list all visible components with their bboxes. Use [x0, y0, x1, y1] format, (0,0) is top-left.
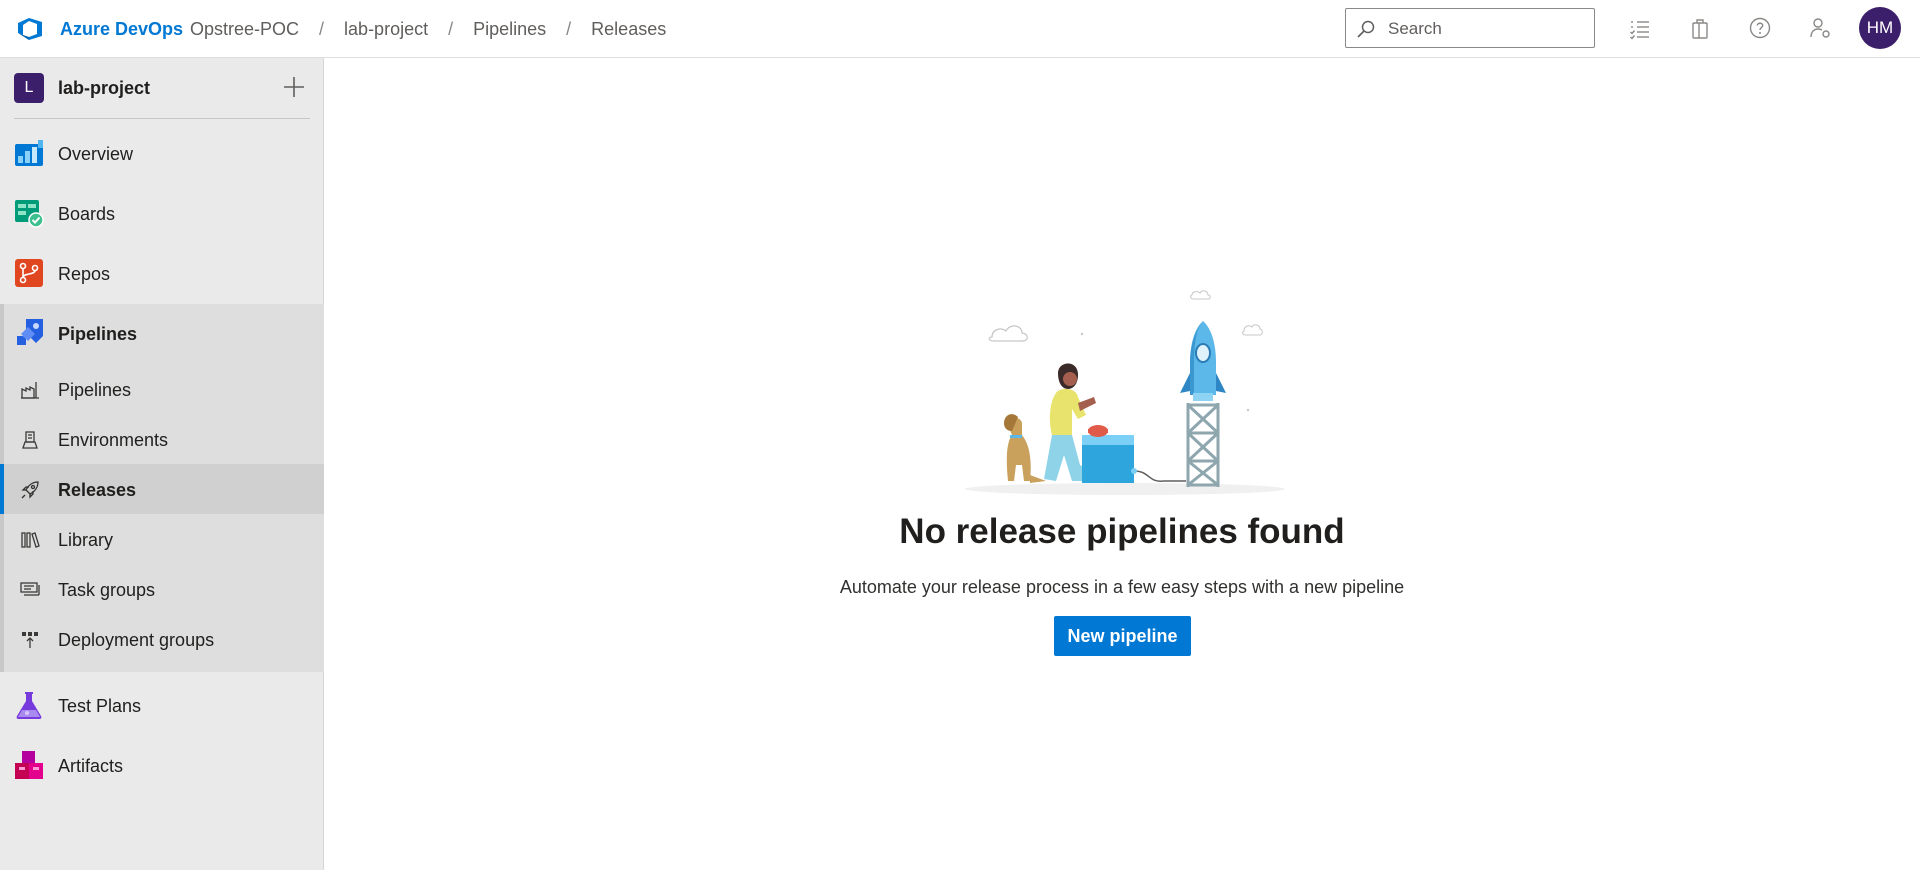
empty-state-subtitle: Automate your release process in a few e…	[839, 577, 1405, 597]
selection-indicator	[0, 464, 4, 514]
new-pipeline-button[interactable]: New pipeline	[1054, 616, 1191, 656]
top-bar: Azure DevOps Opstree-POC / lab-project /…	[0, 0, 1920, 58]
brand-link[interactable]: Azure DevOps	[60, 19, 183, 40]
sidebar-item-label: Overview	[58, 144, 134, 164]
user-avatar[interactable]: HM	[1859, 7, 1901, 49]
sidebar-subitem-label: Pipelines	[58, 380, 132, 400]
breadcrumb-separator: /	[448, 19, 454, 39]
sidebar-subitem-environments[interactable]: Environments	[0, 414, 324, 464]
overview-icon	[15, 140, 43, 166]
project-name[interactable]: lab-project	[58, 78, 150, 99]
project-badge: L	[14, 73, 44, 103]
search-box[interactable]	[1345, 8, 1595, 48]
sidebar-item-pipelines[interactable]: Pipelines	[0, 304, 324, 364]
sidebar-subitem-releases[interactable]: Releases	[0, 464, 324, 514]
breadcrumb-releases[interactable]: Releases	[591, 19, 666, 40]
sidebar-item-label: Artifacts	[58, 756, 124, 776]
sidebar-item-artifacts[interactable]: Artifacts	[0, 736, 324, 796]
divider	[14, 118, 310, 119]
breadcrumb-separator: /	[319, 19, 325, 39]
work-items-icon[interactable]	[1628, 16, 1652, 40]
sidebar-item-label: Repos	[58, 264, 111, 284]
task-groups-icon	[20, 582, 40, 596]
environments-icon	[22, 431, 38, 449]
sidebar-item-boards[interactable]: Boards	[0, 184, 324, 244]
sidebar-subitem-label: Task groups	[58, 580, 156, 600]
repos-icon	[15, 259, 43, 287]
sidebar-item-repos[interactable]: Repos	[0, 244, 324, 304]
sidebar: L lab-project Overview Boards Repos Pipe…	[0, 58, 324, 870]
user-settings-icon[interactable]	[1808, 16, 1832, 40]
breadcrumb: Opstree-POC / lab-project / Pipelines / …	[190, 19, 666, 40]
search-icon	[1357, 20, 1375, 38]
project-header[interactable]: L lab-project	[0, 58, 324, 118]
breadcrumb-organization[interactable]: Opstree-POC	[190, 19, 299, 40]
breadcrumb-pipelines[interactable]: Pipelines	[473, 19, 546, 40]
boards-icon	[15, 200, 44, 228]
library-icon	[21, 532, 40, 548]
sidebar-item-test-plans[interactable]: Test Plans	[0, 676, 324, 736]
sidebar-subitem-task-groups[interactable]: Task groups	[0, 564, 324, 614]
pipelines-icon	[17, 319, 43, 345]
sidebar-subitem-label: Deployment groups	[58, 630, 215, 650]
azure-devops-logo-icon[interactable]	[16, 16, 44, 42]
marketplace-bag-icon[interactable]	[1688, 16, 1712, 40]
sidebar-item-label: Test Plans	[58, 696, 142, 716]
pipelines-sub-icon	[21, 382, 39, 399]
sidebar-item-overview[interactable]: Overview	[0, 124, 324, 184]
breadcrumb-separator: /	[566, 19, 572, 39]
sidebar-subitem-label: Releases	[58, 480, 137, 500]
test-plans-icon	[16, 692, 42, 719]
releases-rocket-icon	[21, 481, 39, 499]
search-input[interactable]	[1386, 17, 1590, 41]
sidebar-subitem-pipelines[interactable]: Pipelines	[0, 364, 324, 414]
sidebar-subitem-deployment-groups[interactable]: Deployment groups	[0, 614, 324, 664]
empty-state-title: No release pipelines found	[899, 512, 1345, 551]
breadcrumb-project[interactable]: lab-project	[344, 19, 428, 40]
deployment-groups-icon	[22, 632, 38, 648]
add-icon[interactable]	[282, 75, 306, 99]
sidebar-subitem-label: Environments	[58, 430, 169, 450]
sidebar-subitem-library[interactable]: Library	[0, 514, 324, 564]
rocket-launch-illustration	[965, 290, 1285, 495]
artifacts-icon	[15, 751, 43, 779]
help-icon[interactable]	[1748, 16, 1772, 40]
sidebar-item-label: Pipelines	[58, 324, 138, 344]
sidebar-subitem-label: Library	[58, 530, 114, 550]
sidebar-item-label: Boards	[58, 204, 116, 224]
